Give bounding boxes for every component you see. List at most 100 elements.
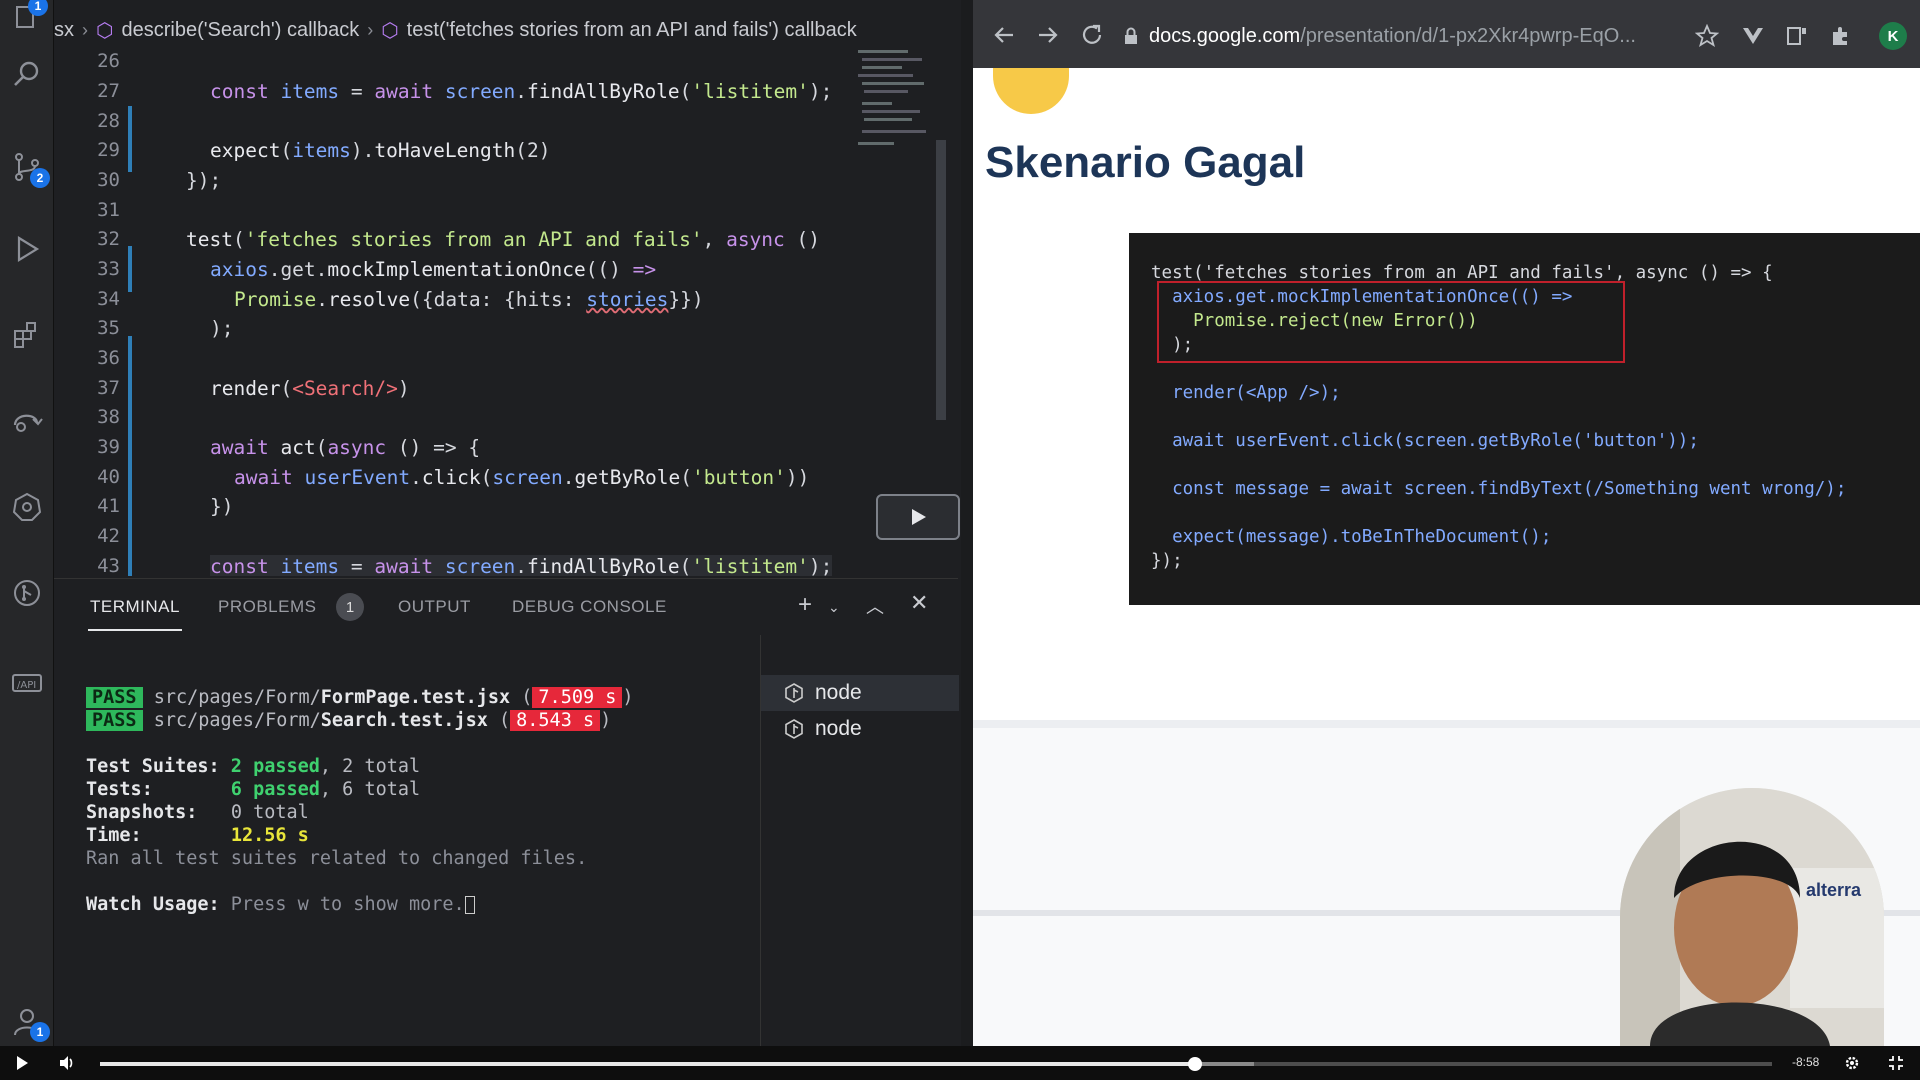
symbol-method-icon: ⬡ xyxy=(96,19,114,42)
api-icon[interactable]: /API xyxy=(8,664,46,702)
slide-code-line: render(<App />); xyxy=(1151,383,1341,403)
code-line: await act(async () => { xyxy=(210,436,481,459)
code-line: axios.get.mockImplementationOnce(() => xyxy=(210,258,657,281)
summary-time: Time: 12.56 s xyxy=(86,825,309,846)
terminal-name: node xyxy=(815,681,862,704)
slide-code-line: expect(message).toBeInTheDocument(); xyxy=(1151,527,1552,547)
reload-icon[interactable] xyxy=(1079,22,1105,48)
breadcrumb-file[interactable]: sx xyxy=(54,19,74,42)
source-control-icon[interactable]: 2 xyxy=(8,148,50,188)
test-result-line: PASS src/pages/Form/FormPage.test.jsx (7… xyxy=(86,687,634,708)
slide-code-line: Promise.reject(new Error()) xyxy=(1151,311,1478,331)
vue-devtools-icon[interactable] xyxy=(1741,24,1765,48)
slide-code-line: test('fetches stories from an API and fa… xyxy=(1151,263,1773,283)
lock-icon xyxy=(1125,27,1137,44)
breadcrumb-describe[interactable]: describe('Search') callback xyxy=(121,19,359,42)
account-icon[interactable]: 1 xyxy=(8,1002,50,1042)
terminal-instance[interactable]: node xyxy=(761,675,959,711)
progress-scrubber[interactable] xyxy=(1188,1057,1203,1071)
breadcrumb-test[interactable]: test('fetches stories from an API and fa… xyxy=(407,19,857,42)
slide-title: Skenario Gagal xyxy=(985,138,1306,187)
line-number: 30 xyxy=(97,169,120,191)
slide-code-block: test('fetches stories from an API and fa… xyxy=(1129,233,1920,605)
test-result-line: PASS src/pages/Form/Search.test.jsx (8.5… xyxy=(86,710,611,731)
vscode-window: 1 2 /API 1 sx › ⬡ describe('Search') cal… xyxy=(0,0,973,1047)
run-debug-icon[interactable] xyxy=(8,230,46,268)
line-number: 40 xyxy=(97,466,120,488)
git-change-marker xyxy=(128,246,132,292)
slide-code-line: axios.get.mockImplementationOnce(() => xyxy=(1151,287,1573,307)
account-badge: 1 xyxy=(30,1022,50,1042)
puzzle-icon[interactable] xyxy=(1829,24,1853,48)
new-terminal-icon[interactable]: + xyxy=(798,591,812,619)
address-bar[interactable]: docs.google.com/presentation/d/1-px2Xkr4… xyxy=(1123,18,1683,54)
activity-bar: 1 2 /API 1 xyxy=(0,0,54,1046)
star-icon[interactable] xyxy=(1695,24,1719,48)
alterra-logo: alterra xyxy=(1806,880,1862,900)
code-line: const items = await screen.findAllByRole… xyxy=(210,80,833,103)
tab-debug-console[interactable]: DEBUG CONSOLE xyxy=(512,597,667,617)
time-remaining: -8:58 xyxy=(1792,1055,1820,1069)
close-icon[interactable]: ✕ xyxy=(910,590,928,616)
volume-icon[interactable] xyxy=(58,1054,76,1072)
tab-output[interactable]: OUTPUT xyxy=(398,597,471,617)
code-line: const items = await screen.findAllByRole… xyxy=(210,555,833,576)
progress-bar[interactable] xyxy=(100,1057,1772,1071)
slide-code-line: }); xyxy=(1151,551,1183,571)
problems-count-badge: 1 xyxy=(336,593,364,621)
url-host: docs.google.com xyxy=(1149,24,1301,47)
code-editor[interactable]: 26 27 28 29 30 31 32 33 34 35 36 37 38 3… xyxy=(54,46,844,576)
search-icon[interactable] xyxy=(8,56,46,94)
gear-icon[interactable] xyxy=(1844,1055,1860,1071)
breadcrumb: sx › ⬡ describe('Search') callback › ⬡ t… xyxy=(54,14,954,46)
code-line: await userEvent.click(screen.getByRole('… xyxy=(234,466,810,489)
slide-decoration xyxy=(993,68,1069,114)
remote-icon[interactable] xyxy=(8,402,46,440)
git-change-marker xyxy=(128,106,132,172)
video-player-controls: -8:58 xyxy=(0,1046,1920,1080)
maximize-panel-icon[interactable]: ︿ xyxy=(866,593,884,619)
editor-scrollbar[interactable] xyxy=(936,140,946,420)
line-number: 36 xyxy=(97,347,120,369)
terminal-instance[interactable]: node xyxy=(761,711,959,747)
symbol-method-icon: ⬡ xyxy=(381,19,399,42)
line-number: 34 xyxy=(97,288,120,310)
presenter-video xyxy=(1620,788,1884,1046)
line-number: 31 xyxy=(97,199,120,221)
terminal-name: node xyxy=(815,717,862,740)
kubernetes-icon[interactable] xyxy=(8,488,46,526)
chevron-down-icon[interactable]: ⌄ xyxy=(828,599,840,616)
line-number: 29 xyxy=(97,139,120,161)
webcam-overlay: alterra xyxy=(1620,788,1884,1046)
split-divider[interactable] xyxy=(961,0,973,1046)
explorer-icon[interactable]: 1 xyxy=(8,0,48,38)
node-icon xyxy=(785,719,803,739)
profile-avatar[interactable]: K xyxy=(1879,22,1907,50)
summary-snapshots: Snapshots: 0 total xyxy=(86,802,309,823)
forward-arrow-icon[interactable] xyxy=(1035,22,1061,48)
extension-icon[interactable] xyxy=(1785,24,1809,48)
line-number: 39 xyxy=(97,436,120,458)
git-graph-icon[interactable] xyxy=(8,574,46,612)
line-number: 37 xyxy=(97,377,120,399)
video-play-overlay-button[interactable] xyxy=(876,494,960,540)
explorer-badge: 1 xyxy=(28,0,48,16)
line-number: 35 xyxy=(97,317,120,339)
code-line: render(<Search/>) xyxy=(210,377,410,400)
node-icon xyxy=(785,683,803,703)
line-number: 28 xyxy=(97,110,120,132)
back-arrow-icon[interactable] xyxy=(991,22,1017,48)
ran-all-message: Ran all test suites related to changed f… xyxy=(86,848,588,869)
code-line: Promise.resolve({data: {hits: stories}}) xyxy=(234,288,704,311)
tab-terminal[interactable]: TERMINAL xyxy=(90,597,180,617)
tab-problems[interactable]: PROBLEMS xyxy=(218,597,316,617)
fullscreen-exit-icon[interactable] xyxy=(1888,1055,1904,1071)
slide-code-line: const message = await screen.findByText(… xyxy=(1151,479,1847,499)
play-icon[interactable] xyxy=(14,1055,30,1071)
extensions-icon[interactable] xyxy=(8,316,46,354)
progress-fill xyxy=(100,1062,1196,1066)
slide-separator xyxy=(973,720,1920,728)
minimap[interactable] xyxy=(856,46,938,176)
code-line: test('fetches stories from an API and fa… xyxy=(186,228,821,251)
terminal-list: node node xyxy=(760,635,959,1047)
